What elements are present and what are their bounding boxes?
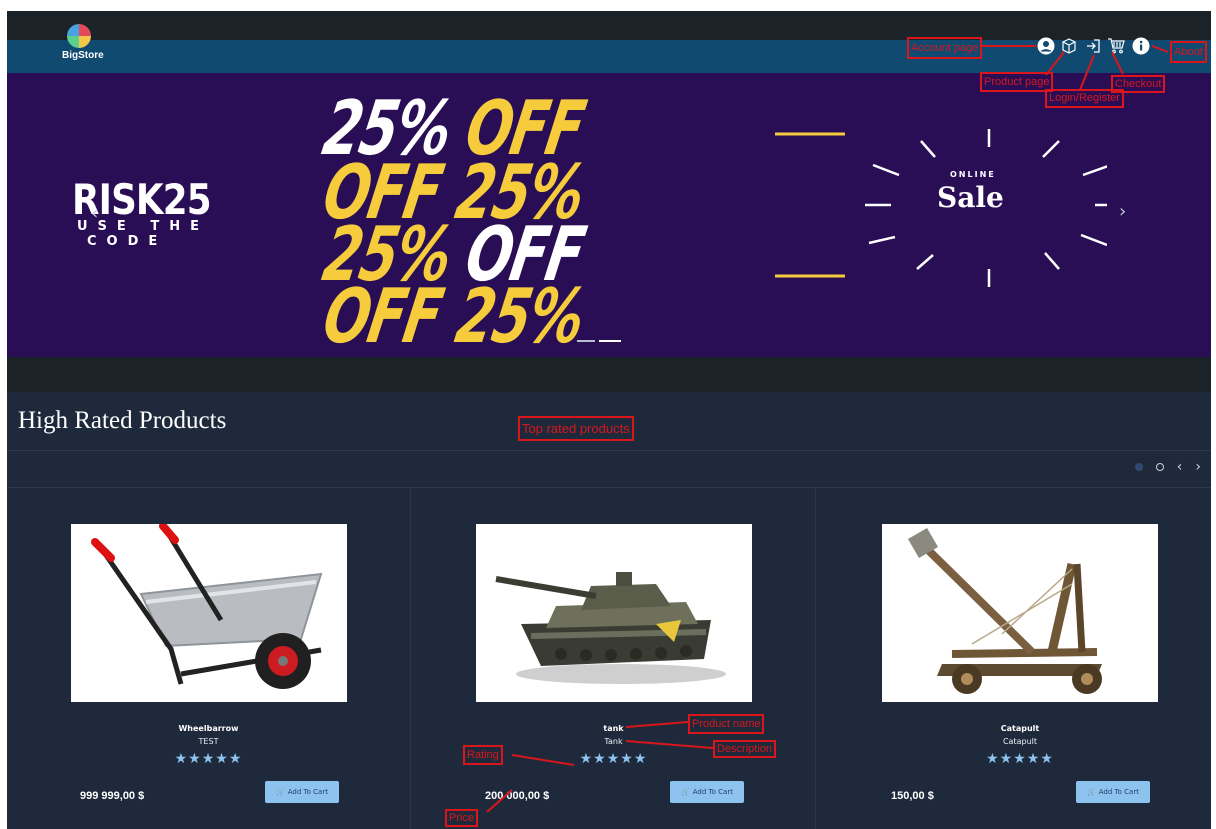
product-image-catapult[interactable] bbox=[882, 524, 1158, 702]
carousel-next-icon[interactable]: › bbox=[1195, 459, 1201, 475]
product-price: 200 000,00 $ bbox=[485, 790, 550, 802]
carousel-dot-active[interactable] bbox=[1134, 463, 1143, 471]
login-icon[interactable] bbox=[1083, 36, 1103, 56]
annotation-top-rated: Top rated products bbox=[518, 416, 634, 441]
annotation-product: Product page bbox=[980, 72, 1054, 92]
info-icon[interactable] bbox=[1131, 36, 1151, 56]
annotation-rating: Rating bbox=[463, 745, 503, 765]
banner-indicator-active[interactable] bbox=[599, 340, 621, 342]
logo-icon bbox=[67, 24, 91, 48]
product-name[interactable]: Wheelbarrow bbox=[7, 724, 410, 733]
cart-icon: 🛒 bbox=[276, 788, 285, 796]
sale-label: Sale bbox=[937, 181, 1004, 214]
banner-indicators bbox=[577, 340, 621, 342]
annotation-checkout: Checkout bbox=[1111, 75, 1166, 93]
annotation-about: About bbox=[1170, 41, 1207, 63]
cart-icon[interactable] bbox=[1106, 36, 1126, 56]
carousel-controls: ‹ › bbox=[1134, 459, 1201, 475]
annotation-product-name: Product name bbox=[688, 714, 765, 734]
annotation-account: Account page bbox=[907, 37, 983, 59]
section-title: High Rated Products bbox=[18, 407, 227, 434]
product-description: TEST bbox=[198, 737, 219, 746]
product-box-icon[interactable] bbox=[1059, 36, 1079, 56]
banner-prev-icon[interactable]: ‹ bbox=[91, 203, 98, 224]
product-image-tank[interactable] bbox=[476, 524, 752, 702]
product-price: 150,00 $ bbox=[891, 790, 934, 802]
product-image-wheelbarrow[interactable] bbox=[71, 524, 347, 702]
product-card[interactable]: Wheelbarrow TEST ★★★★★ 999 999,00 $ 🛒 Add… bbox=[7, 488, 411, 829]
online-label: ONLINE bbox=[950, 170, 996, 179]
account-icon[interactable] bbox=[1036, 36, 1056, 56]
logo[interactable]: BigStore bbox=[60, 24, 106, 74]
spacer-band bbox=[7, 357, 1211, 392]
carousel-dot[interactable] bbox=[1155, 463, 1164, 471]
rating-stars: ★★★★★ bbox=[174, 751, 243, 767]
add-to-cart-button[interactable]: 🛒 Add To Cart bbox=[1076, 781, 1150, 803]
cart-icon: 🛒 bbox=[1087, 788, 1096, 796]
product-card[interactable]: tank Tank ★★★★★ 200 000,00 $ 🛒 Add To Car… bbox=[412, 488, 816, 829]
annotation-description: Description bbox=[713, 740, 777, 758]
carousel-prev-icon[interactable]: ‹ bbox=[1177, 459, 1183, 475]
product-price: 999 999,00 $ bbox=[80, 790, 145, 802]
cart-icon: 🛒 bbox=[681, 788, 690, 796]
promo-line-4: OFF 25% bbox=[317, 272, 591, 357]
add-to-cart-button[interactable]: 🛒 Add To Cart bbox=[670, 781, 744, 803]
rating-stars: ★★★★★ bbox=[986, 751, 1054, 767]
banner-indicator[interactable] bbox=[577, 340, 595, 342]
promo-banner[interactable]: RISK25 USE THE CODE 25% OFF OFF 25% 25% … bbox=[7, 73, 1211, 357]
site-header: BigStore bbox=[7, 24, 1211, 73]
product-name[interactable]: Catapult bbox=[818, 724, 1211, 733]
banner-next-icon[interactable]: › bbox=[1119, 201, 1126, 222]
product-description: Catapult bbox=[1002, 737, 1038, 746]
divider bbox=[7, 450, 1211, 451]
logo-text: BigStore bbox=[62, 50, 104, 61]
high-rated-section: High Rated Products ‹ › Wheelbarrow TEST… bbox=[7, 392, 1211, 829]
product-card[interactable]: Catapult Catapult ★★★★★ 150,00 $ 🛒 Add To… bbox=[818, 488, 1211, 829]
add-to-cart-button[interactable]: 🛒 Add To Cart bbox=[265, 781, 339, 803]
top-strip bbox=[7, 11, 1211, 40]
annotation-price: Price bbox=[445, 809, 479, 827]
